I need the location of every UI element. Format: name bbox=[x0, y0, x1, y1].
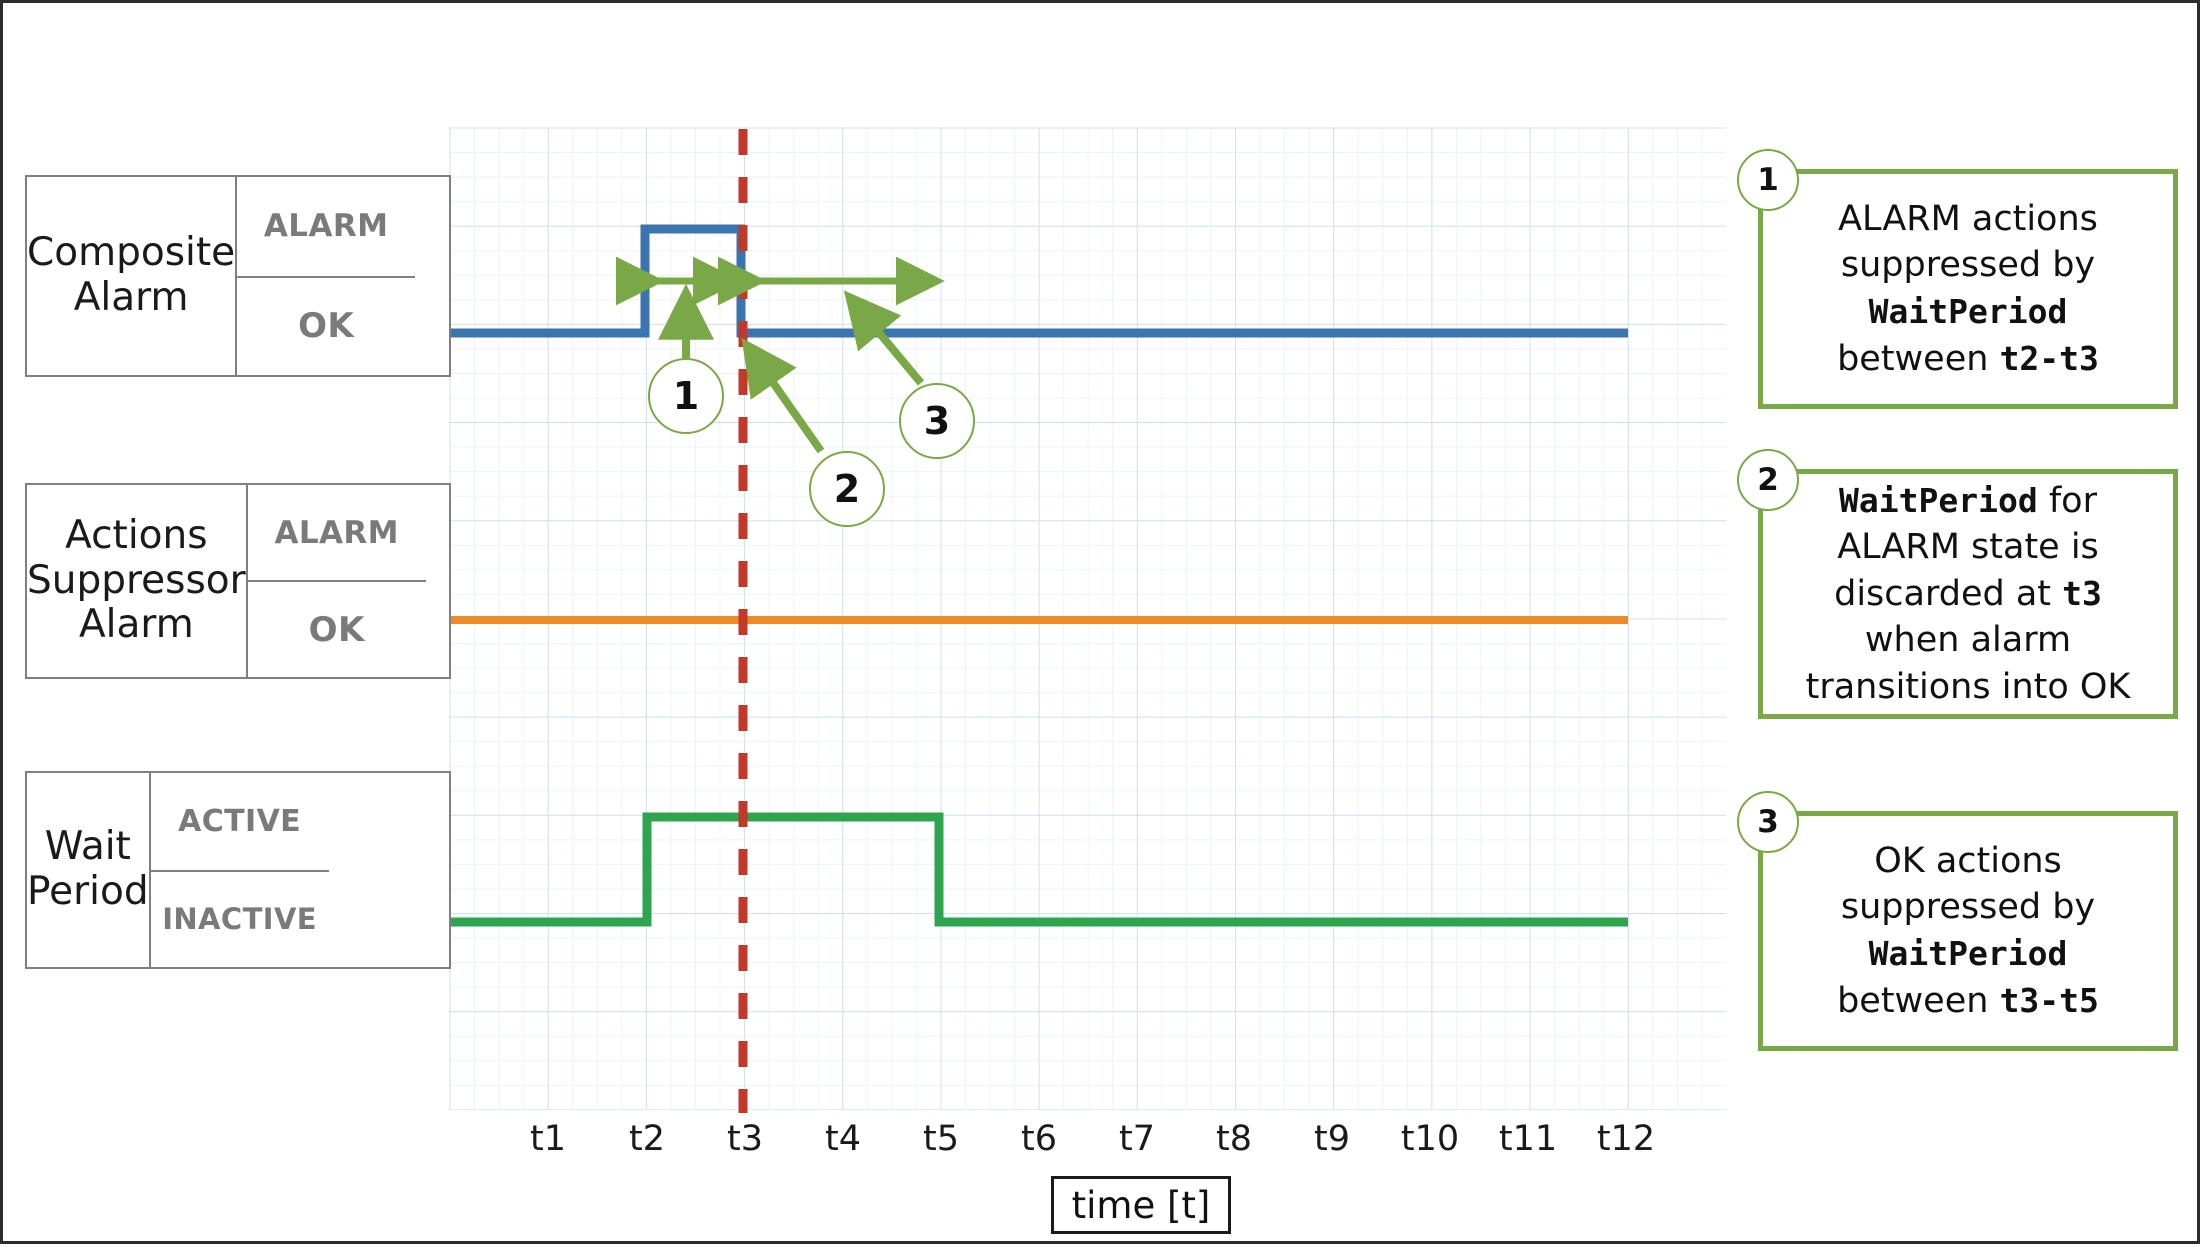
callout-3-line-4-mono: t3-t5 bbox=[1999, 980, 2099, 1020]
row-label-composite-alarm: Composite Alarm ALARM OK bbox=[25, 175, 451, 377]
callout-3-line-2: suppressed by bbox=[1840, 887, 2096, 928]
row-label-wait-period: Wait Period ACTIVE INACTIVE bbox=[25, 771, 451, 969]
x-tick-t3: t3 bbox=[727, 1119, 763, 1159]
row-label-suppressor-alarm-name: Actions Suppressor Alarm bbox=[27, 485, 246, 677]
annotation-marker-3[interactable]: 3 bbox=[899, 383, 975, 459]
callout-1-line-2: suppressed by bbox=[1840, 245, 2096, 286]
callout-2-badge-label: 2 bbox=[1757, 462, 1779, 498]
x-tick-t11: t11 bbox=[1498, 1119, 1558, 1159]
callout-2-line-4: when alarm bbox=[1864, 620, 2072, 661]
label-line-3: Alarm bbox=[78, 602, 194, 648]
callout-2-badge: 2 bbox=[1737, 449, 1799, 511]
state-inactive: INACTIVE bbox=[162, 902, 318, 937]
callout-3-badge-label: 3 bbox=[1757, 804, 1779, 840]
annotation-marker-3-label: 3 bbox=[923, 399, 951, 443]
callout-2-line-3-mono: t3 bbox=[2062, 573, 2102, 613]
diagram-canvas: Composite Alarm ALARM OK Actions Suppres… bbox=[0, 0, 2200, 1244]
annotation-marker-1-label: 1 bbox=[672, 374, 700, 418]
callout-1-line-4-mono: t2-t3 bbox=[1999, 338, 2099, 378]
callout-3-badge: 3 bbox=[1737, 791, 1799, 853]
callout-2-line-3-pre: discarded at bbox=[1834, 573, 2063, 614]
callout-2[interactable]: WaitPeriod for ALARM state is discarded … bbox=[1758, 469, 2178, 719]
label-line-2: Suppressor bbox=[27, 557, 246, 603]
x-tick-t9: t9 bbox=[1314, 1119, 1350, 1159]
callout-3-line-3: WaitPeriod bbox=[1868, 934, 2068, 973]
callout-3-text: OK actions suppressed by WaitPeriod betw… bbox=[1823, 838, 2113, 1024]
label-line-1: Actions bbox=[65, 512, 208, 558]
callout-1-badge: 1 bbox=[1737, 149, 1799, 211]
x-tick-t7: t7 bbox=[1119, 1119, 1155, 1159]
row-label-composite-alarm-name: Composite Alarm bbox=[27, 177, 235, 375]
callout-1-line-3: WaitPeriod bbox=[1868, 292, 2068, 331]
x-tick-t1: t1 bbox=[530, 1119, 566, 1159]
row-states-suppressor-alarm: ALARM OK bbox=[245, 485, 426, 677]
annotation-marker-1[interactable]: 1 bbox=[648, 358, 724, 434]
callout-1-text: ALARM actions suppressed by WaitPeriod b… bbox=[1823, 196, 2113, 382]
x-axis-title: time [t] bbox=[1051, 1176, 1231, 1234]
label-line-2: Alarm bbox=[73, 275, 189, 320]
callout-2-line-1-mono: WaitPeriod bbox=[1839, 480, 2038, 520]
x-tick-t12: t12 bbox=[1596, 1119, 1656, 1159]
annotation-marker-2[interactable]: 2 bbox=[809, 451, 885, 527]
callout-1[interactable]: ALARM actions suppressed by WaitPeriod b… bbox=[1758, 169, 2178, 409]
label-line-2: Period bbox=[27, 869, 149, 914]
callout-1-line-4-pre: between bbox=[1837, 338, 2000, 379]
x-tick-t6: t6 bbox=[1021, 1119, 1057, 1159]
callout-2-line-5: transitions into OK bbox=[1805, 666, 2131, 707]
callout-3-line-4-pre: between bbox=[1837, 980, 2000, 1021]
callout-3[interactable]: OK actions suppressed by WaitPeriod betw… bbox=[1758, 811, 2178, 1051]
x-tick-t8: t8 bbox=[1216, 1119, 1252, 1159]
callout-2-line-1-post: for bbox=[2037, 480, 2097, 521]
row-label-suppressor-alarm: Actions Suppressor Alarm ALARM OK bbox=[25, 483, 451, 679]
callout-2-text: WaitPeriod for ALARM state is discarded … bbox=[1792, 478, 2145, 711]
row-states-composite-alarm: ALARM OK bbox=[235, 177, 416, 375]
row-label-wait-period-name: Wait Period bbox=[27, 773, 149, 967]
x-tick-t2: t2 bbox=[629, 1119, 665, 1159]
label-line-1: Wait bbox=[44, 824, 131, 870]
state-alarm: ALARM bbox=[237, 177, 416, 278]
x-tick-t4: t4 bbox=[825, 1119, 861, 1159]
x-tick-t10: t10 bbox=[1400, 1119, 1460, 1159]
annotation-marker-2-label: 2 bbox=[833, 467, 861, 511]
callout-1-line-1: ALARM actions bbox=[1838, 198, 2098, 239]
state-alarm: ALARM bbox=[247, 485, 426, 582]
x-tick-t5: t5 bbox=[923, 1119, 959, 1159]
callout-2-line-2: ALARM state is bbox=[1837, 527, 2099, 568]
state-ok: OK bbox=[308, 609, 365, 650]
row-states-wait-period: ACTIVE INACTIVE bbox=[148, 773, 329, 967]
state-ok: OK bbox=[298, 306, 355, 347]
label-line-1: Composite bbox=[27, 230, 236, 276]
callout-1-badge-label: 1 bbox=[1757, 162, 1779, 198]
callout-3-line-1: OK actions bbox=[1874, 840, 2062, 881]
plot-grid-area bbox=[449, 127, 1726, 1110]
state-active: ACTIVE bbox=[150, 773, 329, 872]
